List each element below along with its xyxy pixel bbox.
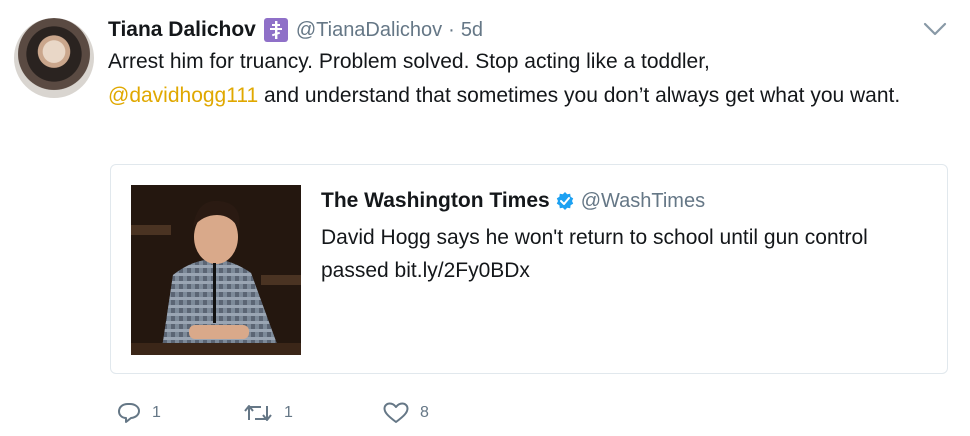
quoted-author-handle[interactable]: @WashTimes [581,190,705,213]
reply-action[interactable]: 1 [116,401,242,425]
avatar[interactable] [14,18,94,98]
tweet-text-part2: and understand that sometimes you don’t … [258,84,901,107]
chevron-down-icon[interactable] [922,18,948,40]
reply-count: 1 [152,404,161,421]
quoted-tweet-card[interactable]: The Washington Times @WashTimes David Ho… [110,164,948,374]
reply-icon[interactable] [116,401,142,425]
tweet-text-part1: Arrest him for truancy. Problem solved. … [108,50,710,73]
quoted-tweet-header: The Washington Times @WashTimes [321,189,705,213]
like-icon[interactable] [382,401,410,425]
like-action[interactable]: 8 [382,401,429,425]
quoted-author-name[interactable]: The Washington Times [321,189,550,213]
orthodox-cross-badge-icon [263,18,288,42]
author-handle[interactable]: @TianaDalichov [296,19,442,42]
retweet-action[interactable]: 1 [242,401,382,425]
tweet-header: Tiana Dalichov @TianaDalichov · 5d [108,14,483,46]
retweet-count: 1 [284,404,293,421]
verified-icon [556,192,573,210]
quoted-tweet-text: David Hogg says he won't return to schoo… [321,226,868,282]
timestamp[interactable]: 5d [461,19,483,42]
tweet-text: Arrest him for truancy. Problem solved. … [108,45,958,113]
like-count: 8 [420,404,429,421]
author-name[interactable]: Tiana Dalichov [108,18,256,42]
tweet-actions: 1 1 8 [116,398,429,428]
mention-link[interactable]: @davidhogg111 [108,84,258,107]
retweet-icon[interactable] [242,401,274,425]
separator: · [448,18,455,41]
quoted-tweet-image[interactable] [131,185,301,355]
